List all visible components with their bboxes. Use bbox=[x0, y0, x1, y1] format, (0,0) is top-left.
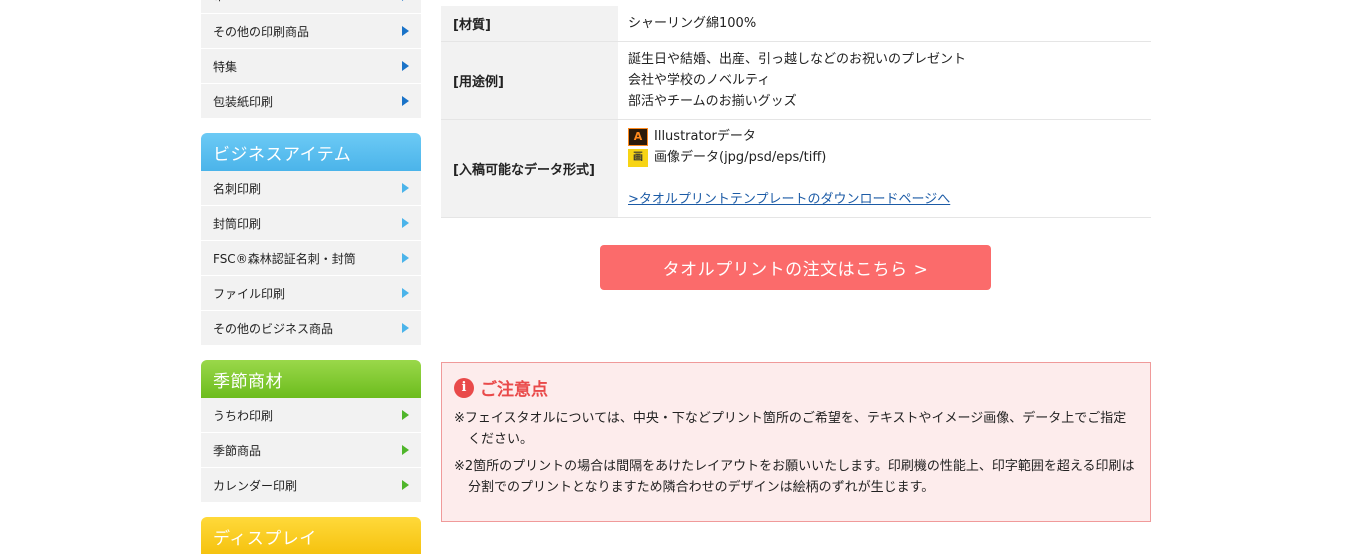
business-menu: 名刺印刷 封筒印刷 FSC®森林認証名刺・封筒 ファイル印刷 その他のビジネス商… bbox=[201, 171, 421, 346]
chevron-right-icon bbox=[402, 480, 409, 490]
notice-line: ※2箇所のプリントの場合は間隔をあけたレイアウトをお願いいたします。印刷機の性能… bbox=[454, 459, 1135, 495]
sidebar-item-label: FSC®森林認証名刺・封筒 bbox=[213, 251, 356, 266]
spec-label-data-format: [入稿可能なデータ形式] bbox=[441, 119, 618, 217]
usage-line: 部活やチームのお揃いグッズ bbox=[628, 93, 797, 109]
display-category-header[interactable]: ディスプレイ bbox=[201, 517, 421, 554]
sidebar-item-fsc[interactable]: FSC®森林認証名刺・封筒 bbox=[201, 241, 421, 276]
notice-title-row: i ご注意点 bbox=[454, 375, 1138, 400]
sidebar-item-label: 特集 bbox=[213, 59, 238, 74]
sidebar-item-label: 包装紙印刷 bbox=[213, 94, 274, 109]
sidebar-item-label: ファイル印刷 bbox=[213, 286, 286, 301]
illustrator-icon: A bbox=[628, 127, 648, 146]
sidebar-item-label: 季節商品 bbox=[213, 443, 262, 458]
spec-value-usage: 誕生日や結婚、出産、引っ越しなどのお祝いのプレゼント 会社や学校のノベルティ 部… bbox=[618, 41, 1151, 119]
sidebar-item-label: カレンダー印刷 bbox=[213, 478, 298, 493]
chevron-right-icon bbox=[402, 323, 409, 333]
chevron-right-icon bbox=[402, 96, 409, 106]
sidebar-item-label: その他の印刷商品 bbox=[213, 24, 310, 39]
usage-line: 会社や学校のノベルティ bbox=[628, 72, 771, 88]
chevron-right-icon bbox=[402, 61, 409, 71]
order-button[interactable]: タオルプリントの注文はこちら > bbox=[600, 245, 991, 290]
spec-value-data-format: A Illustratorデータ 画画像データ(jpg/psd/eps/tiff)… bbox=[618, 119, 1151, 217]
format-image-text: 画像データ(jpg/psd/eps/tiff) bbox=[654, 150, 827, 165]
seasonal-category-header[interactable]: 季節商材 bbox=[201, 360, 421, 398]
notice-box: i ご注意点 ※フェイスタオルについては、中央・下などプリント箇所のご希望を、テ… bbox=[441, 362, 1151, 522]
sidebar: 布 その他の印刷商品 特集 包装紙印刷 ビジネスアイテム 名刺印刷 封筒印刷 F… bbox=[201, 0, 421, 554]
sidebar-item-file[interactable]: ファイル印刷 bbox=[201, 276, 421, 311]
format-illustrator: A Illustratorデータ bbox=[628, 126, 1141, 147]
chevron-right-icon bbox=[402, 410, 409, 420]
chevron-right-icon bbox=[402, 253, 409, 263]
sidebar-item-label: うちわ印刷 bbox=[213, 408, 274, 423]
sidebar-item-label: 布 bbox=[213, 0, 225, 4]
format-image: 画画像データ(jpg/psd/eps/tiff) bbox=[628, 147, 1141, 168]
sidebar-item-other-print[interactable]: その他の印刷商品 bbox=[201, 14, 421, 49]
notice-title: ご注意点 bbox=[480, 380, 548, 400]
image-file-icon: 画 bbox=[628, 148, 648, 167]
seasonal-menu: うちわ印刷 季節商品 カレンダー印刷 bbox=[201, 398, 421, 503]
spec-label-material: [材質] bbox=[441, 6, 618, 41]
chevron-right-icon bbox=[402, 26, 409, 36]
sidebar-item-label: 封筒印刷 bbox=[213, 216, 262, 231]
sidebar-item-envelope[interactable]: 封筒印刷 bbox=[201, 206, 421, 241]
sidebar-item-uchiwa[interactable]: うちわ印刷 bbox=[201, 398, 421, 433]
spec-row-material: [材質] シャーリング綿100% bbox=[441, 6, 1151, 41]
template-download-link[interactable]: >タオルプリントテンプレートのダウンロードページへ bbox=[628, 192, 950, 207]
chevron-right-icon bbox=[402, 0, 409, 1]
sidebar-item-wrapping-paper[interactable]: 包装紙印刷 bbox=[201, 84, 421, 119]
business-category-header[interactable]: ビジネスアイテム bbox=[201, 133, 421, 171]
sidebar-item-cloth[interactable]: 布 bbox=[201, 0, 421, 14]
sidebar-item-seasonal-goods[interactable]: 季節商品 bbox=[201, 433, 421, 468]
usage-line: 誕生日や結婚、出産、引っ越しなどのお祝いのプレゼント bbox=[628, 51, 967, 67]
format-illustrator-text: Illustratorデータ bbox=[654, 129, 756, 144]
sidebar-item-label: その他のビジネス商品 bbox=[213, 321, 334, 336]
sidebar-item-business-card[interactable]: 名刺印刷 bbox=[201, 171, 421, 206]
print-menu: 布 その他の印刷商品 特集 包装紙印刷 bbox=[201, 0, 421, 119]
spec-value-material: シャーリング綿100% bbox=[628, 15, 757, 31]
chevron-right-icon bbox=[402, 445, 409, 455]
spec-row-data-format: [入稿可能なデータ形式] A Illustratorデータ 画画像データ(jpg/… bbox=[441, 119, 1151, 217]
spec-table: [材質] シャーリング綿100% [用途例] 誕生日や結婚、出産、引っ越しなどの… bbox=[441, 6, 1151, 218]
spec-row-usage: [用途例] 誕生日や結婚、出産、引っ越しなどのお祝いのプレゼント 会社や学校のノ… bbox=[441, 41, 1151, 119]
sidebar-item-label: 名刺印刷 bbox=[213, 181, 262, 196]
spec-label-usage: [用途例] bbox=[441, 41, 618, 119]
sidebar-item-calendar[interactable]: カレンダー印刷 bbox=[201, 468, 421, 503]
chevron-right-icon bbox=[402, 288, 409, 298]
chevron-right-icon bbox=[402, 183, 409, 193]
info-icon: i bbox=[454, 377, 474, 398]
sidebar-item-feature[interactable]: 特集 bbox=[201, 49, 421, 84]
notice-line: ※フェイスタオルについては、中央・下などプリント箇所のご希望を、テキストやイメー… bbox=[454, 411, 1127, 447]
chevron-right-icon bbox=[402, 218, 409, 228]
sidebar-item-other-business[interactable]: その他のビジネス商品 bbox=[201, 311, 421, 346]
